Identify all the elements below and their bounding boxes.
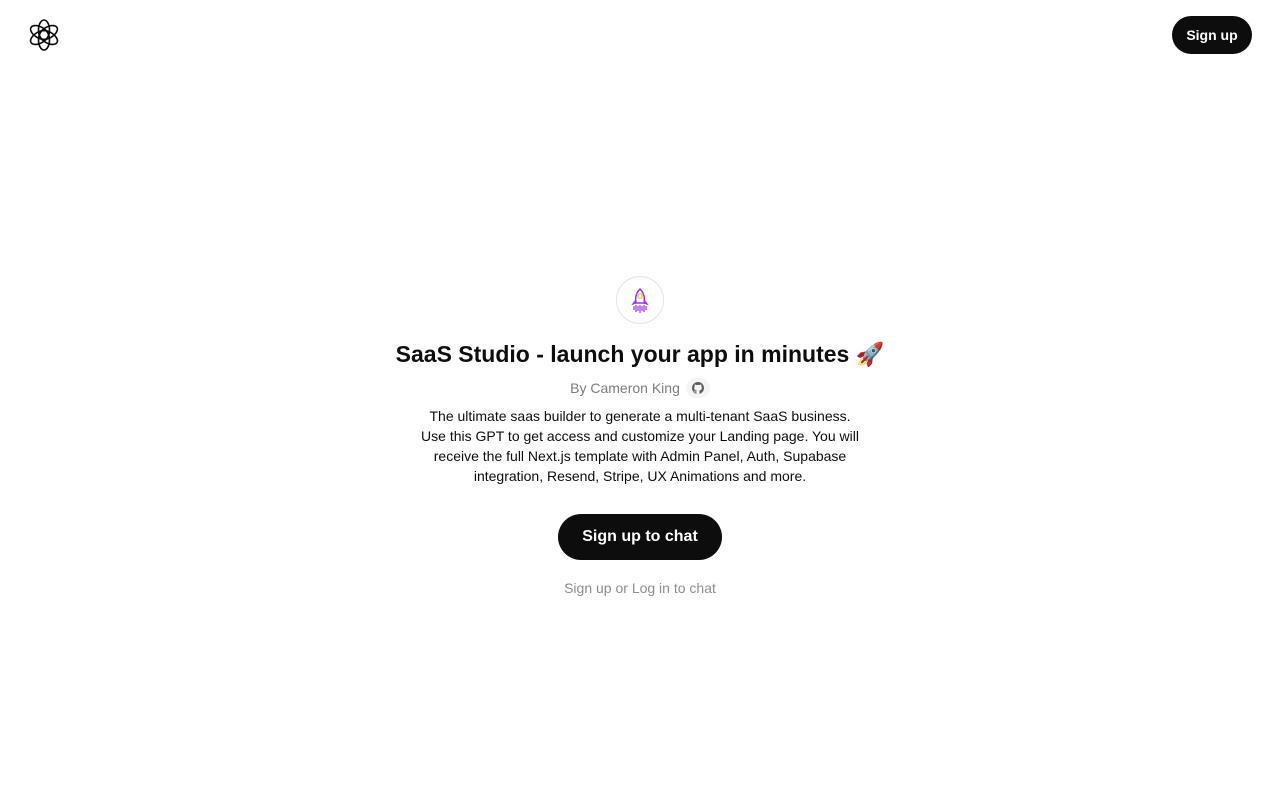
gpt-title: SaaS Studio - launch your app in minutes… <box>395 341 885 367</box>
signup-to-chat-button[interactable]: Sign up to chat <box>558 514 722 560</box>
author-row: By Cameron King <box>570 378 710 398</box>
gpt-intro: SaaS Studio - launch your app in minutes… <box>0 276 1280 598</box>
rocket-icon <box>631 287 649 313</box>
page: Sign up SaaS Studio - launch your app in… <box>0 0 1280 800</box>
signup-link[interactable]: Sign up <box>564 580 611 596</box>
login-prompt: Sign up or Log in to chat <box>564 578 716 598</box>
login-link[interactable]: Log in <box>632 580 670 596</box>
github-link[interactable] <box>685 378 710 398</box>
gpt-description: The ultimate saas builder to generate a … <box>421 408 859 484</box>
gpt-avatar <box>616 276 664 324</box>
or-text: or <box>615 580 628 596</box>
openai-logo-icon[interactable] <box>26 17 62 53</box>
github-icon <box>691 382 704 394</box>
author-name: By Cameron King <box>570 380 680 396</box>
signup-button[interactable]: Sign up <box>1172 16 1252 54</box>
to-chat-text: to chat <box>673 580 716 596</box>
